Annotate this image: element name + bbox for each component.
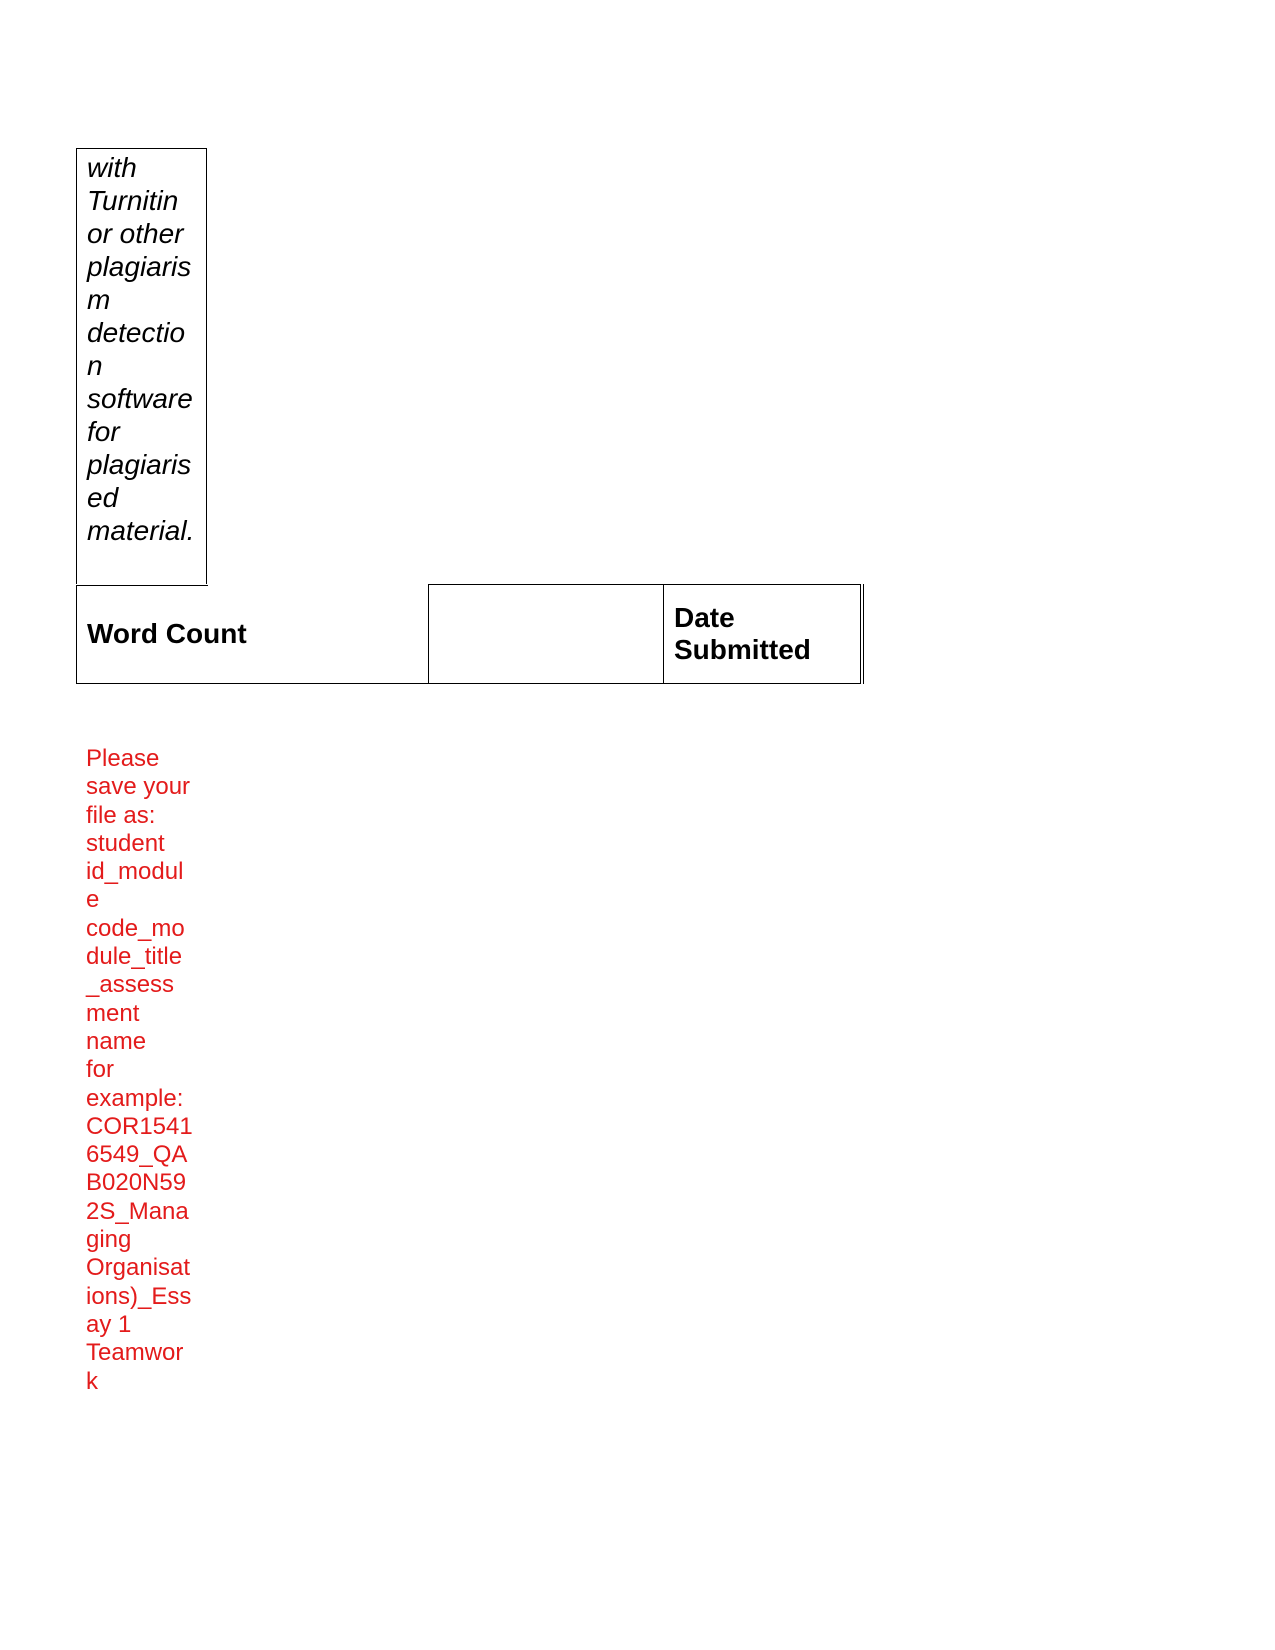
notice-line: Turnitin bbox=[87, 185, 179, 216]
instruction-line: id_modul bbox=[86, 858, 184, 886]
instruction-line: Organisat bbox=[86, 1254, 191, 1282]
instruction-line: B020N59 bbox=[86, 1169, 187, 1197]
instruction-line: _assess bbox=[86, 971, 175, 999]
notice-line: with bbox=[87, 152, 137, 183]
instruction-line: for bbox=[86, 1056, 115, 1084]
notice-line: or other bbox=[87, 218, 184, 249]
word-count-value-cell[interactable] bbox=[428, 584, 664, 684]
instruction-line: e bbox=[86, 886, 100, 914]
instruction-line: ay 1 bbox=[86, 1310, 132, 1338]
word-count-label-cell: Word Count bbox=[76, 584, 429, 684]
notice-line: m bbox=[87, 284, 111, 315]
instruction-line: COR1541 bbox=[86, 1112, 193, 1140]
plagiarism-notice-text: with Turnitin or other plagiaris m detec… bbox=[87, 151, 205, 547]
instruction-line: ions)_Ess bbox=[86, 1282, 192, 1310]
date-submitted-label-line2: Submitted bbox=[674, 634, 811, 665]
cell-divider bbox=[77, 584, 208, 586]
instruction-line: file as: bbox=[86, 801, 156, 829]
file-naming-instruction: Please save your file as: student id_mod… bbox=[86, 745, 204, 1396]
instruction-line: 6549_QA bbox=[86, 1141, 188, 1169]
date-submitted-label-cell: Date Submitted bbox=[663, 584, 864, 684]
date-submitted-label-line1: Date bbox=[674, 602, 735, 633]
notice-line: material. bbox=[87, 515, 195, 546]
instruction-line: k bbox=[86, 1367, 98, 1395]
notice-line: ed bbox=[87, 482, 119, 513]
table-row: Word Count Date Submitted bbox=[76, 584, 864, 684]
instruction-line: code_mo bbox=[86, 914, 185, 942]
submission-info-table: Word Count Date Submitted bbox=[76, 584, 864, 684]
instruction-line: save your bbox=[86, 773, 191, 801]
notice-line: n bbox=[87, 350, 103, 381]
instruction-line: example: bbox=[86, 1084, 184, 1112]
plagiarism-notice-cell: with Turnitin or other plagiaris m detec… bbox=[76, 148, 207, 584]
instruction-line: dule_title bbox=[86, 943, 183, 971]
instruction-line: ment bbox=[86, 999, 140, 1027]
instruction-line: Please bbox=[86, 745, 160, 772]
notice-line: detectio bbox=[87, 317, 186, 348]
instruction-line: student bbox=[86, 829, 165, 857]
notice-line: software bbox=[87, 383, 193, 414]
instruction-line: 2S_Mana bbox=[86, 1197, 189, 1225]
instruction-line: name bbox=[86, 1027, 147, 1055]
word-count-label: Word Count bbox=[87, 617, 247, 649]
instruction-line: Teamwor bbox=[86, 1339, 184, 1367]
notice-line: plagiaris bbox=[87, 251, 192, 282]
notice-line: for bbox=[87, 416, 120, 447]
instruction-line: ging bbox=[86, 1226, 132, 1254]
notice-line: plagiaris bbox=[87, 449, 192, 480]
